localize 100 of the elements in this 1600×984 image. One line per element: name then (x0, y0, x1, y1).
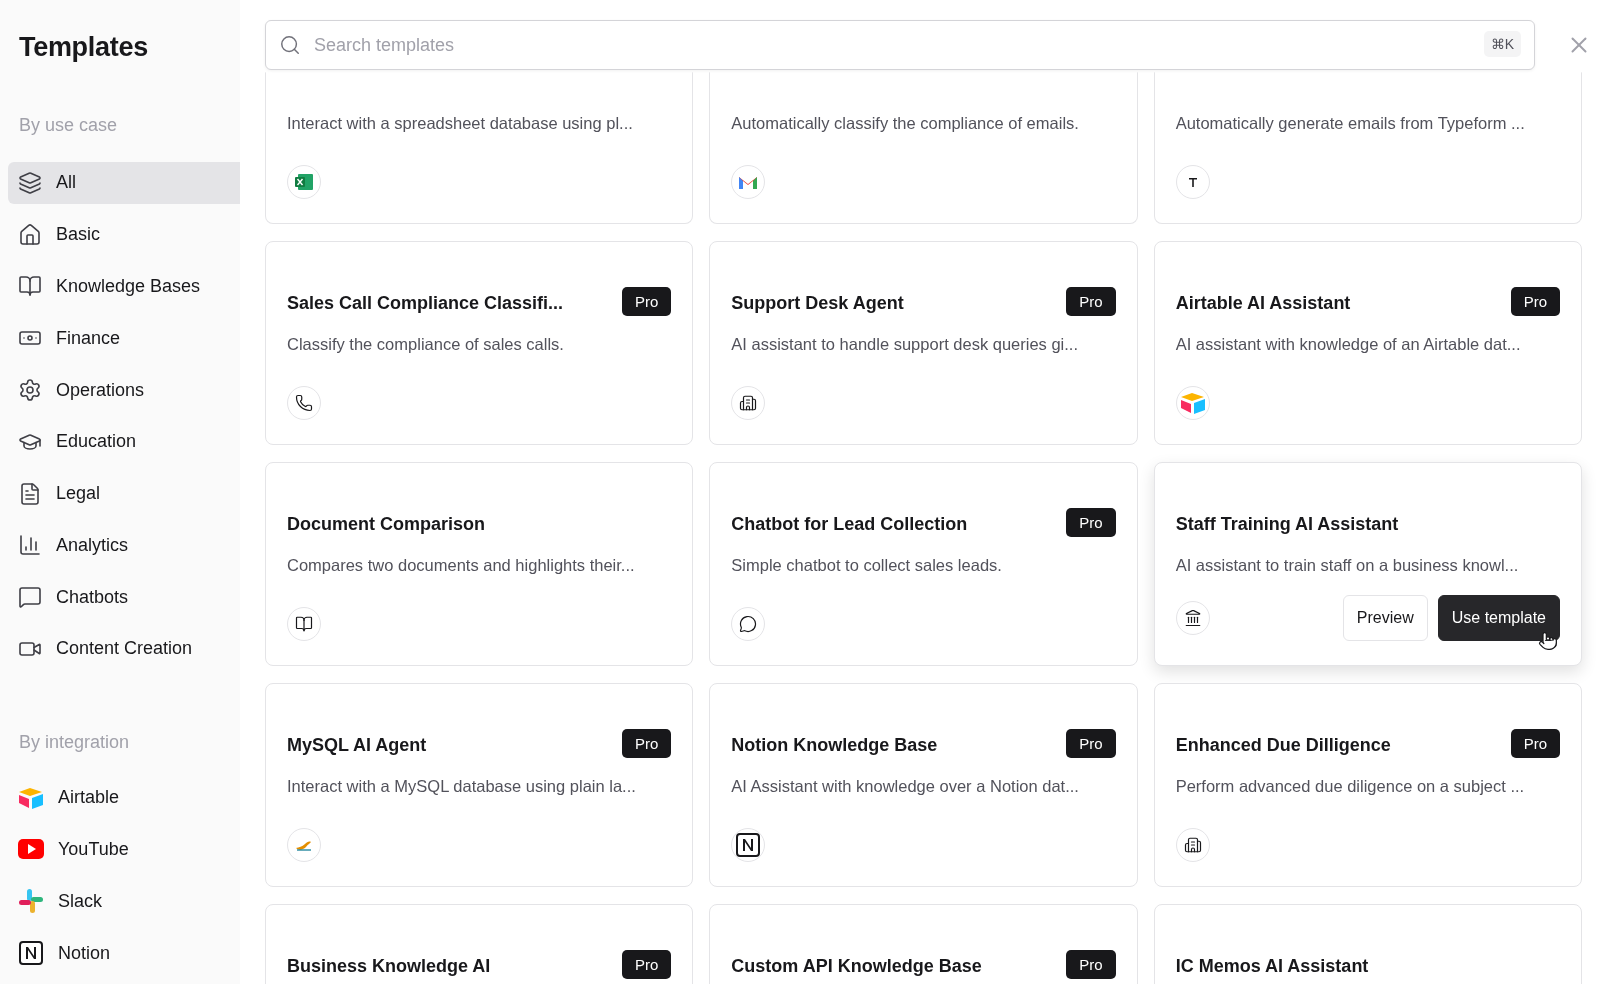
book-icon (295, 615, 313, 633)
pro-badge: Pro (1066, 287, 1116, 316)
sidebar-item-label: Basic (56, 224, 100, 246)
slack-icon (18, 888, 44, 915)
home-icon (18, 222, 42, 247)
pro-badge: Pro (622, 287, 672, 316)
building-icon (1183, 836, 1202, 854)
letter-t-icon (1188, 177, 1197, 187)
sidebar-item[interactable]: Education (8, 420, 240, 463)
sidebar-item[interactable]: Content Creation (8, 628, 240, 670)
sidebar-item-label: Operations (56, 379, 145, 401)
template-card[interactable]: Interact with a spreadsheet database using pl... (265, 72, 694, 224)
sidebar-item-label: All (56, 172, 76, 194)
sidebar-item-label: YouTube (58, 839, 129, 860)
sidebar-item-label: Notion (58, 942, 111, 964)
card-description: Simple chatbot to collect sales leads. (731, 556, 1003, 575)
card-description: Automatically classify the compliance of emails. (731, 114, 1080, 133)
template-card[interactable]: Sales Call Compliance Classifi... Pro Classify the compliance of sales calls. (265, 241, 694, 445)
template-card[interactable]: Notion Knowledge Base Pro AI Assistant with knowledge over a Notion dat... (709, 683, 1138, 887)
gear-icon (18, 378, 42, 402)
sidebar-item[interactable]: Slack (8, 880, 240, 923)
chat-bubble-icon (739, 615, 758, 633)
template-card[interactable]: Enhanced Due Dilligence Pro Perform advanced due diligence on a subject ... (1153, 683, 1582, 887)
card-description: AI assistant to train staff on a business knowl... (1175, 556, 1520, 575)
sidebar-item[interactable]: Chatbots (8, 576, 240, 619)
card-title: Chatbot for Lead Collection (731, 514, 968, 535)
shortcut-hint: ⌘K (1483, 31, 1521, 57)
spreadsheet-icon (294, 173, 314, 191)
document-icon (18, 481, 42, 506)
sidebar-item-label: Chatbots (56, 586, 129, 608)
template-card[interactable]: Support Desk Agent Pro AI assistant to handle support desk queries gi... (709, 241, 1138, 445)
template-card[interactable]: Airtable AI Assistant Pro AI assistant with knowledge of an Airtable dat... (1153, 241, 1582, 445)
section-heading: By use case (19, 115, 119, 136)
card-title: Notion Knowledge Base (731, 735, 938, 756)
preview-button[interactable]: Preview (1342, 595, 1428, 641)
sidebar-item[interactable]: Legal (8, 472, 240, 515)
sidebar-item-label: Finance (56, 327, 121, 349)
sidebar-item[interactable]: YouTube (8, 828, 240, 871)
sidebar-item[interactable]: Operations (8, 369, 240, 411)
sidebar-item[interactable]: Basic (8, 213, 240, 256)
mail-icon (738, 174, 759, 190)
card-title: Custom API Knowledge Base (731, 956, 982, 977)
pro-badge: Pro (622, 950, 672, 979)
use-template-button[interactable]: Use template (1437, 595, 1560, 641)
pro-badge: Pro (1510, 729, 1560, 758)
template-card[interactable]: Business Knowledge AI Pro (265, 904, 694, 984)
pro-badge: Pro (1510, 287, 1560, 316)
airtable-icon (18, 786, 44, 809)
template-card[interactable]: Document Comparison Compares two documents and highlights their... (265, 462, 694, 666)
card-title: Business Knowledge AI (287, 956, 491, 977)
section-heading: By integration (19, 731, 131, 753)
book-icon (18, 274, 42, 299)
sidebar-item[interactable]: Finance (8, 317, 240, 360)
pro-badge: Pro (1066, 950, 1116, 979)
pro-badge: Pro (1066, 729, 1116, 758)
youtube-icon (18, 839, 44, 860)
card-title: MySQL AI Agent (287, 735, 427, 756)
sidebar-item-label: Education (56, 431, 137, 453)
bar-chart-icon (18, 533, 42, 558)
card-description: Interact with a spreadsheet database using pl... (287, 114, 634, 133)
template-card[interactable]: Chatbot for Lead Collection Pro Simple chatbot to collect sales leads. (709, 462, 1138, 666)
card-title: Support Desk Agent (731, 293, 904, 314)
card-description: Compares two documents and highlights their... (287, 556, 636, 575)
sidebar-item[interactable]: Notion (8, 932, 240, 974)
card-description: AI assistant to handle support desk queries gi... (731, 335, 1080, 354)
layers-icon (18, 170, 42, 195)
card-title: Airtable AI Assistant (1175, 293, 1351, 314)
template-card[interactable]: Automatically classify the compliance of emails. (709, 72, 1138, 224)
card-description: Perform advanced due diligence on a subject ... (1175, 777, 1526, 796)
sidebar-item-label: Knowledge Bases (56, 275, 201, 297)
search-icon (279, 34, 301, 56)
card-title: Sales Call Compliance Classifi... (287, 293, 564, 314)
template-card[interactable]: IC Memos AI Assistant (1153, 904, 1582, 984)
card-title: Staff Training AI Assistant (1175, 514, 1399, 535)
sidebar-item-label: Slack (58, 890, 102, 912)
card-description: AI Assistant with knowledge over a Notion dat... (731, 777, 1080, 796)
sidebar-title: Templates (19, 32, 149, 63)
pro-badge: Pro (1066, 508, 1116, 537)
bank-icon (1183, 609, 1202, 627)
sidebar-item[interactable]: Knowledge Bases (8, 265, 240, 308)
pro-badge: Pro (622, 729, 672, 758)
message-icon (18, 585, 42, 610)
template-card[interactable]: Custom API Knowledge Base Pro (709, 904, 1138, 984)
card-description: Interact with a MySQL database using plain la... (287, 777, 637, 796)
sidebar-item[interactable]: Airtable (8, 776, 240, 819)
phone-icon (295, 394, 313, 412)
sidebar-item[interactable]: Analytics (8, 524, 240, 567)
card-title: IC Memos AI Assistant (1175, 956, 1369, 977)
sidebar-item-label: Airtable (58, 787, 120, 809)
notion-icon (18, 940, 44, 967)
building-icon (739, 394, 758, 412)
template-card[interactable]: MySQL AI Agent Pro Interact with a MySQL database using plain la... (265, 683, 694, 887)
airtable-icon (1179, 392, 1206, 414)
template-card[interactable]: Automatically generate emails from Typeform ... (1153, 72, 1582, 224)
template-card[interactable]: Staff Training AI Assistant AI assistant to train staff on a business knowl... Preview Use template (1153, 462, 1582, 666)
card-description: AI assistant with knowledge of an Airtable dat... (1175, 335, 1522, 354)
card-title: Document Comparison (287, 514, 486, 535)
sidebar-item-label: Analytics (56, 534, 129, 556)
hand-cursor-icon (1538, 631, 1558, 651)
sidebar-item[interactable]: All (8, 162, 240, 204)
